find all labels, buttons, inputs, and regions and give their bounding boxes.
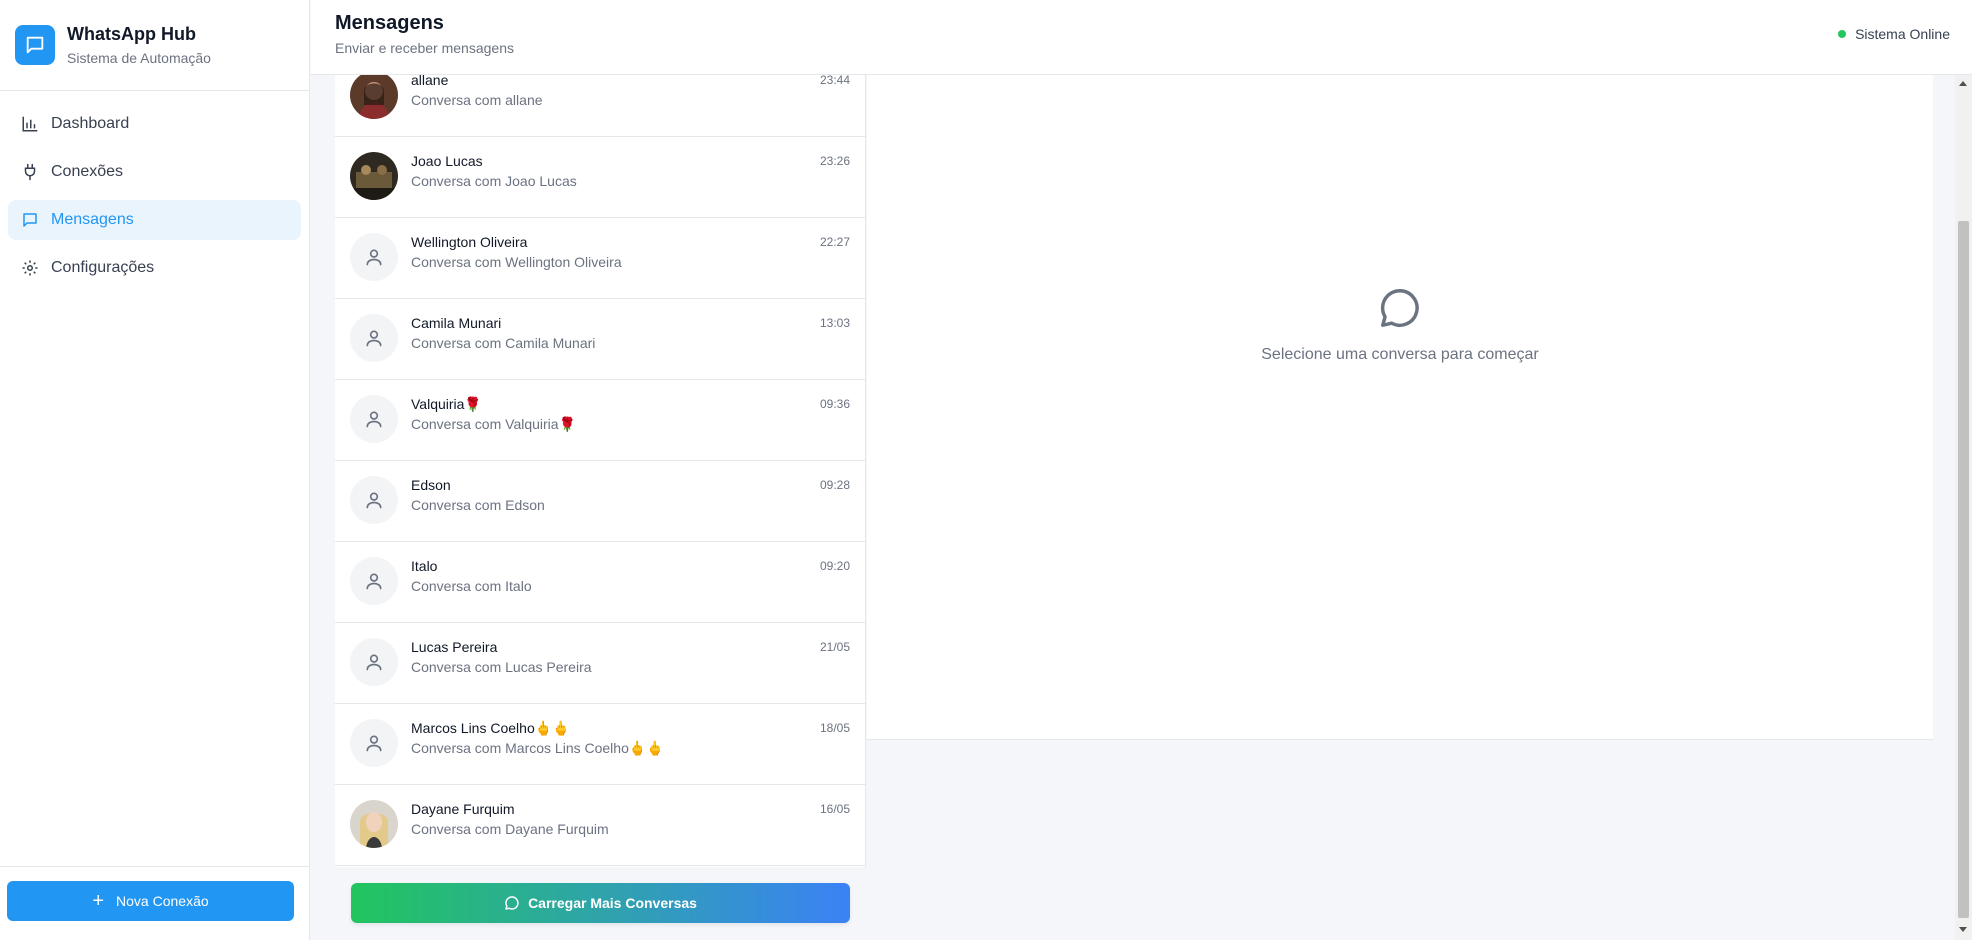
sidebar-item-configuracoes[interactable]: Configurações xyxy=(8,248,301,288)
page-header: Mensagens Enviar e receber mensagens Sis… xyxy=(311,0,1972,75)
plug-icon xyxy=(20,162,40,182)
conversation-name: allane xyxy=(411,75,449,88)
conversation-preview: Conversa com Italo xyxy=(411,578,532,594)
status-dot-icon xyxy=(1838,30,1847,38)
conversation-preview: Conversa com Camila Munari xyxy=(411,335,596,351)
scroll-down-arrow-icon[interactable] xyxy=(1959,927,1967,932)
conversation-time: 18/05 xyxy=(819,721,850,735)
brand-subtitle: Sistema de Automação xyxy=(67,49,211,66)
avatar xyxy=(350,800,398,848)
scroll-up-arrow-icon[interactable] xyxy=(1959,81,1967,86)
conversation-name: Dayane Furquim xyxy=(411,801,515,817)
conversation-preview: Conversa com Joao Lucas xyxy=(411,173,577,189)
new-connection-label: Nova Conexão xyxy=(116,893,209,909)
sidebar-item-label: Configurações xyxy=(51,259,155,276)
sidebar-nav: Dashboard Conexões Mensagens Configuraçõ… xyxy=(0,91,309,288)
conversation-item[interactable]: Italo Conversa com Italo 09:20 xyxy=(335,542,865,623)
avatar xyxy=(350,314,398,362)
avatar xyxy=(350,557,398,605)
conversation-time: 16/05 xyxy=(819,802,850,816)
sidebar-item-mensagens[interactable]: Mensagens xyxy=(8,200,301,240)
conversation-time: 23:44 xyxy=(819,75,850,87)
conversation-name: Valquiria🌹 xyxy=(411,396,482,412)
conversation-item[interactable]: Valquiria🌹 Conversa com Valquiria🌹 09:36 xyxy=(335,380,865,461)
sidebar-item-label: Mensagens xyxy=(51,211,134,228)
conversation-name: Camila Munari xyxy=(411,315,502,331)
message-circle-icon xyxy=(504,895,520,911)
conversation-item[interactable]: Wellington Oliveira Conversa com Welling… xyxy=(335,218,865,299)
conversation-time: 09:20 xyxy=(819,559,850,573)
conversation-preview: Conversa com allane xyxy=(411,92,543,108)
conversation-item[interactable]: Lucas Pereira Conversa com Lucas Pereira… xyxy=(335,623,865,704)
conversation-time: 09:28 xyxy=(819,478,850,492)
gear-icon xyxy=(20,258,40,278)
sidebar-item-dashboard[interactable]: Dashboard xyxy=(8,104,301,144)
plus-icon: + xyxy=(92,890,105,912)
page-scrollbar[interactable] xyxy=(1955,75,1972,940)
user-icon xyxy=(366,492,382,509)
page-title: Mensagens xyxy=(335,12,444,34)
user-icon xyxy=(366,573,382,590)
sidebar-item-label: Conexões xyxy=(51,163,124,180)
message-circle-icon xyxy=(1377,285,1423,336)
load-more-label: Carregar Mais Conversas xyxy=(528,895,697,911)
sidebar-item-conexoes[interactable]: Conexões xyxy=(8,152,301,192)
user-icon xyxy=(366,330,382,347)
avatar xyxy=(350,75,398,119)
empty-state: Selecione uma conversa para começar xyxy=(867,285,1933,364)
conversation-name: Marcos Lins Coelho🖕🖕 xyxy=(411,720,570,736)
sidebar: WhatsApp Hub Sistema de Automação Dashbo… xyxy=(0,0,310,940)
conversation-item[interactable]: Joao Lucas Conversa com Joao Lucas 23:26 xyxy=(335,137,865,218)
conversation-name: Lucas Pereira xyxy=(411,639,498,655)
conversation-preview: Conversa com Valquiria🌹 xyxy=(411,416,577,432)
avatar xyxy=(350,152,398,200)
user-icon xyxy=(366,654,382,671)
avatar xyxy=(350,395,398,443)
conversation-time: 21/05 xyxy=(819,640,850,654)
conversation-item[interactable]: Edson Conversa com Edson 09:28 xyxy=(335,461,865,542)
conversation-item[interactable]: allane Conversa com allane 23:44 xyxy=(335,75,865,137)
load-more-button[interactable]: Carregar Mais Conversas xyxy=(351,883,850,923)
empty-state-text: Selecione uma conversa para começar xyxy=(1261,346,1539,363)
chat-panel: Selecione uma conversa para começar xyxy=(867,75,1933,740)
page-subtitle: Enviar e receber mensagens xyxy=(335,40,514,56)
user-icon xyxy=(366,411,382,428)
conversation-list[interactable]: allane Conversa com allane 23:44 Joao Lu… xyxy=(335,75,866,867)
avatar xyxy=(350,233,398,281)
conversation-name: Italo xyxy=(411,558,438,574)
conversation-item[interactable]: Camila Munari Conversa com Camila Munari… xyxy=(335,299,865,380)
conversation-time: 23:26 xyxy=(819,154,850,168)
avatar xyxy=(350,476,398,524)
message-icon xyxy=(15,25,55,65)
conversation-preview: Conversa com Dayane Furquim xyxy=(411,821,609,837)
conversation-preview: Conversa com Wellington Oliveira xyxy=(411,254,622,270)
sidebar-item-label: Dashboard xyxy=(51,115,130,132)
conversation-item[interactable]: Marcos Lins Coelho🖕🖕 Conversa com Marcos… xyxy=(335,704,865,785)
user-icon xyxy=(366,249,382,266)
avatar xyxy=(350,719,398,767)
message-icon xyxy=(20,210,40,230)
conversation-name: Edson xyxy=(411,477,451,493)
conversation-preview: Conversa com Marcos Lins Coelho🖕🖕 xyxy=(411,740,664,756)
conversation-name: Joao Lucas xyxy=(411,153,483,169)
conversation-time: 13:03 xyxy=(819,316,850,330)
sidebar-footer: + Nova Conexão xyxy=(0,866,309,940)
conversation-name: Wellington Oliveira xyxy=(411,234,528,250)
brand-title: WhatsApp Hub xyxy=(67,23,196,44)
new-connection-button[interactable]: + Nova Conexão xyxy=(7,881,294,921)
conversation-item[interactable]: Dayane Furquim Conversa com Dayane Furqu… xyxy=(335,785,865,866)
system-status: Sistema Online xyxy=(1838,26,1950,42)
avatar xyxy=(350,638,398,686)
conversation-preview: Conversa com Lucas Pereira xyxy=(411,659,592,675)
conversation-preview: Conversa com Edson xyxy=(411,497,545,513)
conversation-time: 09:36 xyxy=(819,397,850,411)
scrollbar-thumb[interactable] xyxy=(1958,221,1969,918)
bar-chart-icon xyxy=(20,114,40,134)
brand: WhatsApp Hub Sistema de Automação xyxy=(0,0,309,91)
conversation-time: 22:27 xyxy=(819,235,850,249)
user-icon xyxy=(366,735,382,752)
status-text: Sistema Online xyxy=(1855,26,1950,42)
